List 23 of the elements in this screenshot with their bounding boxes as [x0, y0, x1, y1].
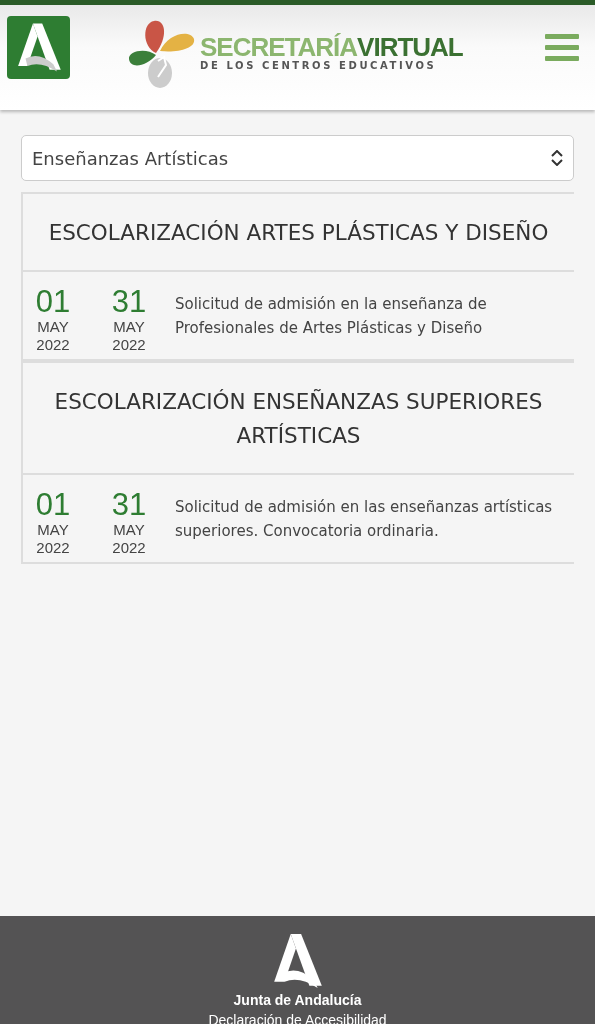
section-heading: ESCOLARIZACIÓN ARTES PLÁSTICAS Y DISEÑO	[23, 194, 574, 272]
item-description[interactable]: Solicitud de admisión en la enseñanza de Profesionales de Artes Plásticas y Diseño	[175, 292, 574, 340]
date-day: 01	[35, 489, 71, 521]
chevron-icon	[551, 150, 563, 166]
organization-name: Junta de Andalucía	[233, 992, 362, 1008]
date-year: 2022	[36, 336, 70, 354]
brand-title: SECRETARÍAVIRTUAL	[200, 34, 463, 60]
date-month: MAY	[113, 318, 145, 336]
date-day: 31	[111, 489, 147, 521]
date-day: 01	[35, 286, 71, 318]
date-month: MAY	[113, 521, 145, 539]
item-description[interactable]: Solicitud de admisión en las enseñanzas artísticas superiores. Convocatoria ordinaria.	[175, 495, 574, 543]
brand-subtitle: DE LOS CENTROS EDUCATIVOS	[200, 60, 438, 71]
junta-logo-icon[interactable]	[7, 16, 70, 79]
date-year: 2022	[36, 539, 70, 557]
date-year: 2022	[112, 539, 146, 557]
section-heading: ESCOLARIZACIÓN ENSEÑANZAS SUPERIORES ARTÍSTICAS	[23, 363, 574, 475]
date-month: MAY	[37, 521, 69, 539]
date-year: 2022	[112, 336, 146, 354]
menu-icon[interactable]	[545, 33, 579, 62]
date-month: MAY	[37, 318, 69, 336]
date-day: 31	[111, 286, 147, 318]
select-field[interactable]: Enseñanzas Artísticas	[21, 135, 574, 181]
